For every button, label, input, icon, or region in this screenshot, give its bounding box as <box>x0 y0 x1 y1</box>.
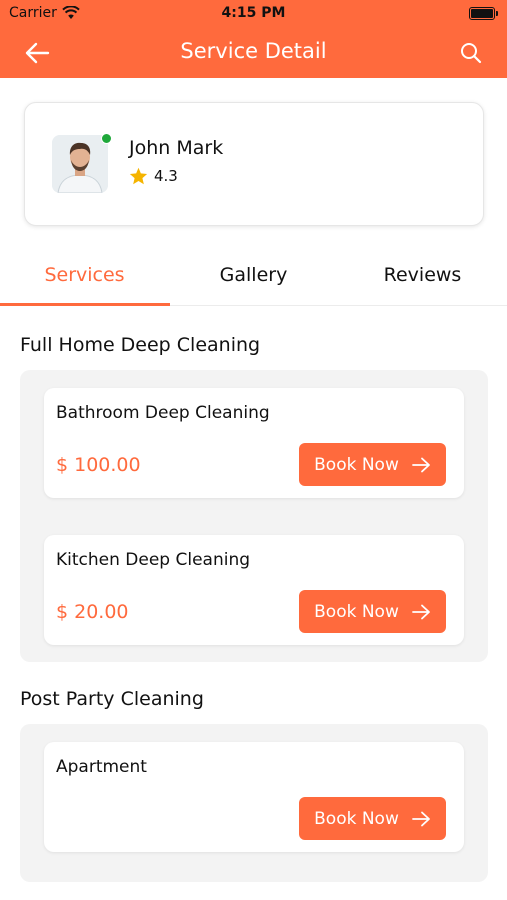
section-title: Post Party Cleaning <box>20 688 204 710</box>
avatar-container <box>52 133 112 193</box>
nav-bar: Service Detail <box>0 28 507 78</box>
provider-rating: 4.3 <box>129 167 178 185</box>
avatar <box>52 135 108 193</box>
provider-card[interactable]: John Mark 4.3 <box>24 102 484 226</box>
book-now-button[interactable]: Book Now <box>299 590 446 633</box>
search-icon[interactable] <box>459 41 483 65</box>
service-group: Apartment Book Now <box>20 724 488 882</box>
service-group: Bathroom Deep Cleaning $ 100.00 Book Now… <box>20 370 488 662</box>
service-card: Kitchen Deep Cleaning $ 20.00 Book Now <box>44 535 464 645</box>
service-card: Bathroom Deep Cleaning $ 100.00 Book Now <box>44 388 464 498</box>
tab-services[interactable]: Services <box>0 264 169 286</box>
tab-bar: Services Gallery Reviews <box>0 250 507 306</box>
service-name: Bathroom Deep Cleaning <box>56 403 270 423</box>
page-title: Service Detail <box>180 39 327 63</box>
rating-value: 4.3 <box>154 167 178 185</box>
book-now-button[interactable]: Book Now <box>299 443 446 486</box>
service-price: $ 20.00 <box>56 601 129 623</box>
tab-gallery[interactable]: Gallery <box>169 264 338 286</box>
book-now-label: Book Now <box>314 454 399 475</box>
book-now-label: Book Now <box>314 601 399 622</box>
provider-name: John Mark <box>129 137 224 159</box>
status-time: 4:15 PM <box>221 5 286 21</box>
active-tab-indicator <box>0 303 170 306</box>
arrow-right-icon <box>411 457 430 472</box>
status-bar: Carrier 4:15 PM <box>0 0 507 28</box>
arrow-right-icon <box>411 811 430 826</box>
online-status-indicator <box>101 133 112 144</box>
battery-icon <box>469 7 498 20</box>
section-title: Full Home Deep Cleaning <box>20 334 261 356</box>
star-icon <box>129 167 148 185</box>
arrow-right-icon <box>411 604 430 619</box>
service-name: Kitchen Deep Cleaning <box>56 550 251 570</box>
tab-reviews[interactable]: Reviews <box>338 264 507 286</box>
book-now-label: Book Now <box>314 808 399 829</box>
service-card: Apartment Book Now <box>44 742 464 852</box>
service-name: Apartment <box>56 757 147 777</box>
book-now-button[interactable]: Book Now <box>299 797 446 840</box>
service-price: $ 100.00 <box>56 454 141 476</box>
